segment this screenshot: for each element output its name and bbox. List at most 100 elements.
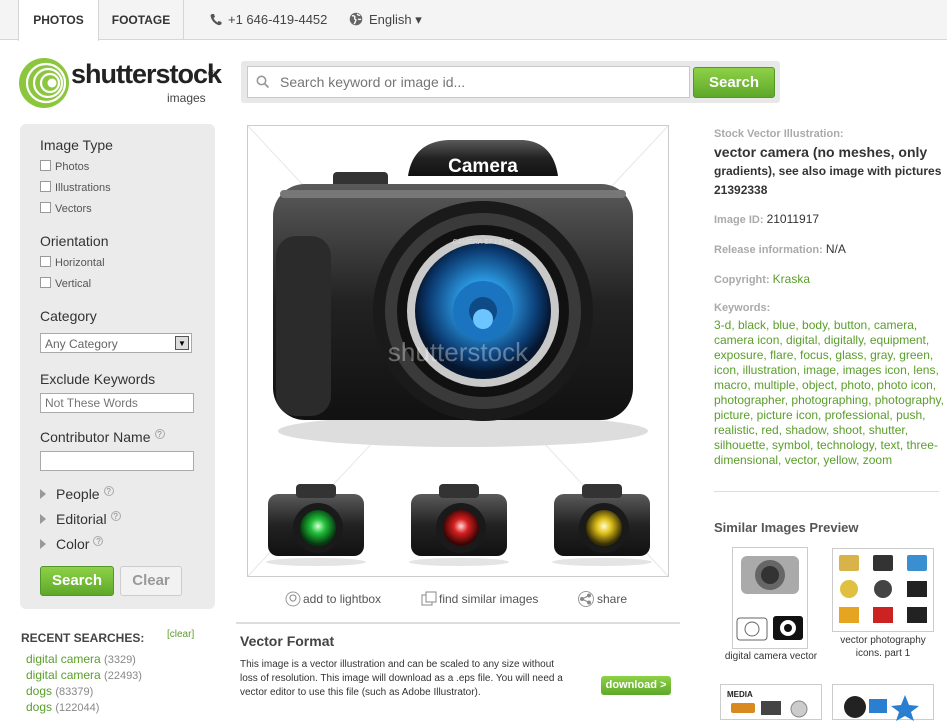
exclude-keywords-heading: Exclude Keywords: [40, 371, 156, 387]
color-expander[interactable]: Color?: [40, 536, 104, 552]
recent-search-item[interactable]: dogs (83379): [26, 684, 93, 698]
recent-search-item[interactable]: digital camera (22493): [26, 668, 142, 682]
vector-format-panel: Vector Format This image is a vector ill…: [236, 622, 680, 720]
chevron-down-icon[interactable]: ▼: [175, 336, 189, 350]
similar-squares-icon: [421, 591, 437, 606]
expander-label: Editorial: [56, 511, 107, 527]
image-title: vector camera (no meshes, only gradients…: [714, 143, 944, 199]
logo-registered: ®: [208, 69, 216, 80]
action-label: add to lightbox: [303, 592, 382, 606]
tab-footage[interactable]: FOOTAGE: [99, 0, 184, 40]
language-label: English ▾: [369, 12, 422, 27]
logo-wordmark: shutterstock: [71, 59, 222, 89]
recent-search-item[interactable]: digital camera (3329): [26, 652, 136, 666]
add-to-lightbox-link[interactable]: add to lightbox: [285, 591, 381, 607]
editorial-expander[interactable]: Editorial?: [40, 511, 121, 527]
help-icon[interactable]: ?: [154, 429, 165, 439]
expand-triangle-icon: [40, 489, 46, 499]
filter-vectors-checkbox[interactable]: Vectors: [40, 202, 92, 215]
image-id-row: Image ID: 21011917: [714, 212, 819, 226]
help-icon[interactable]: ?: [93, 536, 104, 546]
filter-clear-button[interactable]: Clear: [120, 566, 182, 596]
filter-photos-checkbox[interactable]: Photos: [40, 160, 89, 173]
image-id-label: Image ID:: [714, 214, 764, 226]
vector-format-description: This image is a vector illustration and …: [240, 659, 563, 698]
expand-triangle-icon: [40, 514, 46, 524]
filter-illustrations-checkbox[interactable]: Illustrations: [40, 181, 111, 194]
similar-image-label[interactable]: vector photography icons. part 1: [830, 634, 936, 660]
similar-image-thumb[interactable]: [832, 684, 934, 721]
similar-image-thumb[interactable]: MEDIA: [720, 684, 822, 720]
exclude-keywords-input[interactable]: [40, 393, 194, 413]
contributor-name-input[interactable]: [40, 451, 194, 471]
checkbox-box[interactable]: [40, 160, 51, 171]
media-thumb-image: MEDIA: [727, 690, 808, 718]
search-input[interactable]: [247, 66, 690, 98]
shutterstock-logo[interactable]: shutterstock ® images: [18, 57, 228, 109]
share-icon: [578, 591, 594, 607]
find-similar-link[interactable]: find similar images: [421, 591, 538, 607]
category-select[interactable]: Any Category ▼: [40, 333, 192, 353]
phone-number: +1 646-419-4452: [228, 12, 328, 27]
recent-search-item[interactable]: dogs (122044): [26, 700, 99, 714]
expander-label: People: [56, 486, 100, 502]
media-thumb-text: MEDIA: [727, 690, 753, 699]
release-label: Release information:: [714, 244, 823, 256]
checkbox-box[interactable]: [40, 202, 51, 213]
checkbox-box[interactable]: [40, 181, 51, 192]
release-value: N/A: [825, 242, 846, 256]
copyright-label: Copyright:: [714, 274, 770, 286]
copyright-link[interactable]: Kraska: [773, 272, 810, 286]
webcam-thumb-image: [844, 695, 919, 721]
logo-subtitle: images: [167, 91, 206, 105]
camera-illustration: Camera CAMERA EF LENS shutterstock: [247, 125, 669, 577]
top-nav-bar: PHOTOS FOOTAGE +1 646-419-4452 English ▾: [0, 0, 947, 41]
search-button[interactable]: Search: [693, 67, 775, 98]
share-link[interactable]: share: [577, 591, 627, 607]
filter-sidebar: Image Type Photos Illustrations Vectors …: [20, 124, 215, 609]
keywords-label: Keywords:: [714, 302, 771, 314]
image-id-value: 21011917: [766, 212, 820, 226]
checkbox-box[interactable]: [40, 256, 51, 267]
camera-brand-label: Camera: [448, 156, 518, 177]
copyright-row: Copyright: Kraska: [714, 272, 810, 286]
lens-text: CAMERA EF LENS: [453, 239, 514, 246]
checkbox-label: Photos: [55, 161, 90, 173]
expand-triangle-icon: [40, 539, 46, 549]
phone-link[interactable]: +1 646-419-4452: [210, 12, 327, 27]
language-selector[interactable]: English ▾: [349, 12, 422, 28]
category-heading: Category: [40, 308, 97, 324]
filter-vertical-checkbox[interactable]: Vertical: [40, 277, 91, 290]
recent-term[interactable]: dogs: [26, 684, 52, 698]
checkbox-label: Horizontal: [55, 257, 105, 269]
recent-count: (83379): [55, 686, 94, 698]
similar-image-thumb[interactable]: [832, 548, 934, 632]
checkbox-label: Illustrations: [55, 182, 111, 194]
recent-term[interactable]: digital camera: [26, 668, 101, 682]
action-label: find similar images: [439, 592, 539, 606]
tab-photos[interactable]: PHOTOS: [18, 0, 99, 41]
download-button[interactable]: download >: [601, 676, 671, 695]
recent-count: (3329): [104, 654, 136, 666]
filter-search-button[interactable]: Search: [40, 566, 114, 596]
digital-camera-thumb-image: [736, 556, 803, 641]
camera-yellow-thumb: [552, 484, 652, 566]
main-preview-image[interactable]: Camera CAMERA EF LENS shutterstock: [247, 125, 669, 577]
keywords-list[interactable]: 3-d, black, blue, body, button, camera, …: [714, 318, 944, 468]
help-icon[interactable]: ?: [103, 486, 114, 496]
checkbox-box[interactable]: [40, 277, 51, 288]
recent-term[interactable]: digital camera: [26, 652, 101, 666]
recent-term[interactable]: dogs: [26, 700, 52, 714]
people-expander[interactable]: People?: [40, 486, 114, 502]
camera-red-thumb: [409, 484, 509, 566]
checkbox-label: Vertical: [55, 278, 92, 290]
image-title-main: vector camera (no meshes, only: [714, 144, 928, 160]
search-icon: [256, 75, 270, 89]
similar-image-label[interactable]: digital camera vector: [716, 650, 826, 663]
recent-clear-link[interactable]: [clear]: [167, 629, 194, 640]
checkbox-label: Vectors: [55, 203, 92, 215]
similar-image-thumb[interactable]: [732, 547, 808, 649]
help-icon[interactable]: ?: [110, 511, 121, 521]
recent-count: (22493): [104, 670, 142, 682]
filter-horizontal-checkbox[interactable]: Horizontal: [40, 256, 105, 269]
